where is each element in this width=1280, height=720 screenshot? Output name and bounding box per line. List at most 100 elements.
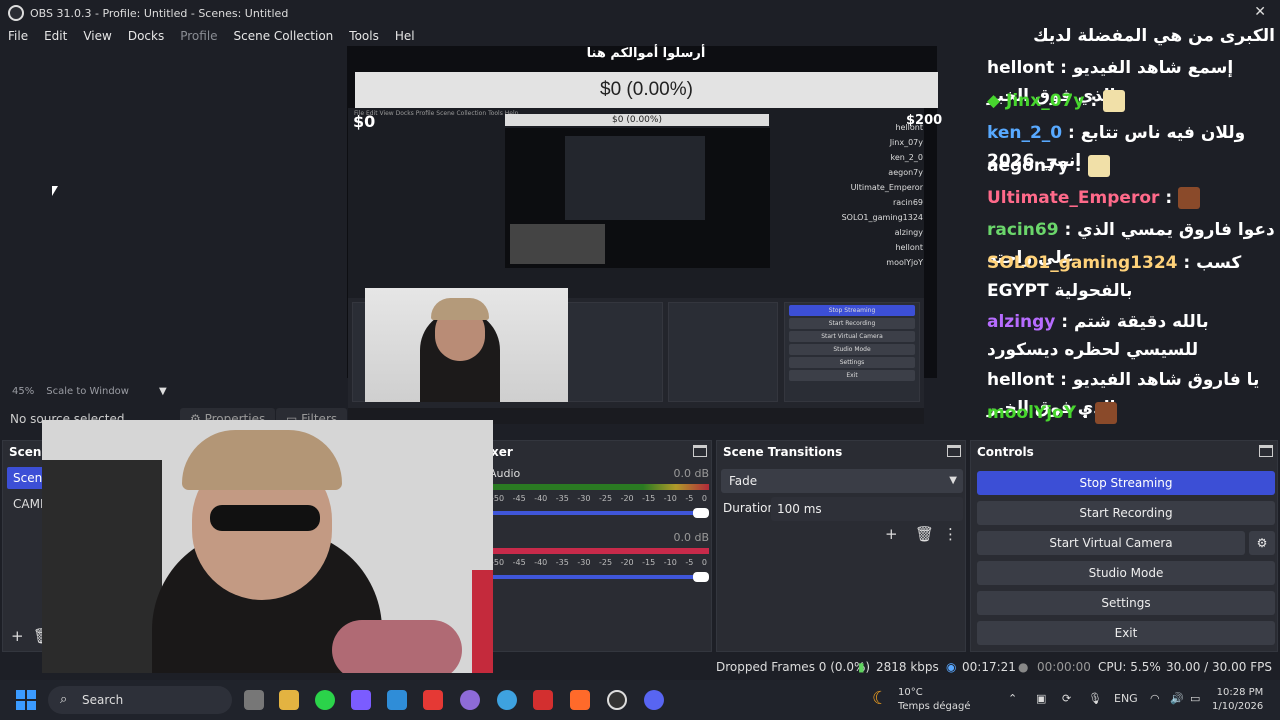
app-icon[interactable] <box>423 690 443 710</box>
menu-file[interactable]: File <box>0 29 36 43</box>
volume-slider[interactable] <box>489 508 709 518</box>
chat-line: alzingy : بالله دقيقة شتم للسيسي لحظره د… <box>987 312 1209 360</box>
mixer-track: 0.0 dB -50 -45 -40 -35 -30 -25 -20 -15 -10 -5 0 <box>489 531 709 582</box>
undock-icon[interactable] <box>1259 445 1273 457</box>
menu-tools[interactable]: Tools <box>341 29 387 43</box>
chat-line: SOLO1_gaming1324 : كسب EGYPT بالفحولية <box>987 253 1242 301</box>
nested-screen-window <box>565 136 705 220</box>
studio-mode-button[interactable]: Studio Mode <box>977 561 1275 585</box>
dropped-frames: Dropped Frames 0 (0.0%) <box>716 660 871 674</box>
stop-streaming-button[interactable]: Stop Streaming <box>977 471 1275 495</box>
track-name: Audio <box>489 467 521 480</box>
windows-start-icon[interactable] <box>16 690 36 710</box>
menu-edit[interactable]: Edit <box>36 29 75 43</box>
menu-help[interactable]: Hel <box>387 29 423 43</box>
stream-time: 00:17:21 <box>962 660 1016 674</box>
undock-icon[interactable] <box>693 445 707 457</box>
nested-menu: File Edit View Docks Profile Scene Colle… <box>354 110 519 117</box>
chat-line: moolYjoY : <box>987 399 1275 427</box>
scale-mode[interactable]: Scale to Window <box>46 386 129 397</box>
taskbar-search[interactable]: ⌕ Search <box>48 686 232 714</box>
signal-icon: ▮ <box>858 660 865 674</box>
clock[interactable]: 10:28 PM 1/10/2026 <box>1212 686 1263 714</box>
chat-line: Ultimate_Emperor : <box>987 184 1275 212</box>
volume-meter <box>489 548 709 554</box>
volume-meter <box>489 484 709 490</box>
app-icon[interactable] <box>533 690 553 710</box>
edge-icon[interactable] <box>497 690 517 710</box>
emote-icon <box>1103 90 1126 112</box>
transitions-dock: Scene Transitions Fade ▼ Duration 100 ms… <box>716 440 966 652</box>
transition-select[interactable]: Fade ▼ <box>721 469 963 493</box>
volume-slider[interactable] <box>489 572 709 582</box>
donate-goal-bar: $0 (0.00%) <box>355 72 938 108</box>
weather-widget[interactable]: 10°C Temps dégagé <box>898 686 971 714</box>
chevron-up-icon[interactable]: ⌃ <box>1008 692 1017 705</box>
chevron-down-icon[interactable]: ▼ <box>159 386 167 397</box>
exit-button[interactable]: Exit <box>977 621 1275 645</box>
speaker-icon[interactable]: 🔊 <box>1170 692 1184 705</box>
task-view-icon[interactable] <box>244 690 264 710</box>
more-icon[interactable]: ⋮ <box>943 525 958 543</box>
store-icon[interactable] <box>387 690 407 710</box>
search-icon: ⌕ <box>60 692 68 707</box>
wifi-icon[interactable]: ◠ <box>1150 692 1160 705</box>
emote-icon <box>1094 402 1117 424</box>
nested-screen <box>505 128 770 268</box>
fps: 30.00 / 30.00 FPS <box>1166 660 1272 674</box>
emote-icon <box>1087 155 1110 177</box>
sync-icon[interactable]: ⟳ <box>1062 692 1071 705</box>
zoom-percent: 45% <box>12 385 35 397</box>
microphone-icon[interactable]: 🎙 <box>1088 692 1102 705</box>
language-indicator[interactable]: ENG <box>1114 692 1138 705</box>
goal-max: $200 <box>906 113 943 128</box>
xbox-icon[interactable] <box>315 690 335 710</box>
transitions-title: Scene Transitions <box>717 441 965 463</box>
chevron-down-icon: ▼ <box>949 475 957 486</box>
gear-icon[interactable]: ⚙ <box>1249 531 1275 555</box>
undock-icon[interactable] <box>947 445 961 457</box>
close-icon[interactable]: ✕ <box>1254 4 1266 20</box>
duration-label: Duration <box>723 501 776 515</box>
slider-handle[interactable] <box>693 572 709 582</box>
obs-icon[interactable] <box>607 690 627 710</box>
menu-view[interactable]: View <box>75 29 119 43</box>
chat-line: ◆ Jinx_07y : <box>987 87 1275 115</box>
add-icon[interactable]: + <box>11 627 24 645</box>
obs-logo-icon <box>8 5 24 21</box>
menu-docks[interactable]: Docks <box>120 29 172 43</box>
menu-profile[interactable]: Profile <box>172 29 225 43</box>
chat-line: الكبرى من هي المفضلة لديك <box>1033 26 1275 46</box>
trash-icon[interactable]: 🗑 <box>915 525 934 543</box>
controls-title: Controls <box>971 441 1277 463</box>
cpu-usage: CPU: 5.5% <box>1098 660 1161 674</box>
battery-icon[interactable]: ▭ <box>1190 692 1200 705</box>
record-icon: ● <box>1018 660 1029 674</box>
track-db: 0.0 dB <box>673 467 709 480</box>
title-bar: OBS 31.0.3 - Profile: Untitled - Scenes:… <box>0 0 980 26</box>
track-db: 0.0 dB <box>673 531 709 544</box>
webcam-overlay <box>42 420 493 673</box>
brave-icon[interactable] <box>570 690 590 710</box>
mixer-title: xer <box>485 441 711 463</box>
settings-button[interactable]: Settings <box>977 591 1275 615</box>
start-recording-button[interactable]: Start Recording <box>977 501 1275 525</box>
start-virtual-camera-button[interactable]: Start Virtual Camera <box>977 531 1245 555</box>
duration-input[interactable]: 100 ms <box>771 497 963 521</box>
discord-icon[interactable] <box>644 690 664 710</box>
chat-line: aegon7y : <box>987 152 1275 180</box>
add-icon[interactable]: + <box>885 525 898 543</box>
preview-area[interactable]: File Edit View Docks Profile Scene Colle… <box>0 46 980 424</box>
window-title: OBS 31.0.3 - Profile: Untitled - Scenes:… <box>30 6 289 20</box>
nested-chat: hellont Jinx_07y ken_2_0 aegon7y Ultimat… <box>841 123 923 267</box>
mouse-cursor-icon <box>52 186 58 196</box>
copilot-icon[interactable] <box>351 690 371 710</box>
nested-donate-bar: $0 (0.00%) <box>505 114 769 126</box>
app-icon[interactable] <box>460 690 480 710</box>
slider-handle[interactable] <box>693 508 709 518</box>
tray-icon[interactable]: ▣ <box>1036 692 1046 705</box>
stream-icon: ◉ <box>946 660 957 674</box>
file-explorer-icon[interactable] <box>279 690 299 710</box>
menu-scene-collection[interactable]: Scene Collection <box>226 29 342 43</box>
diamond-icon: ◆ <box>987 91 1001 111</box>
